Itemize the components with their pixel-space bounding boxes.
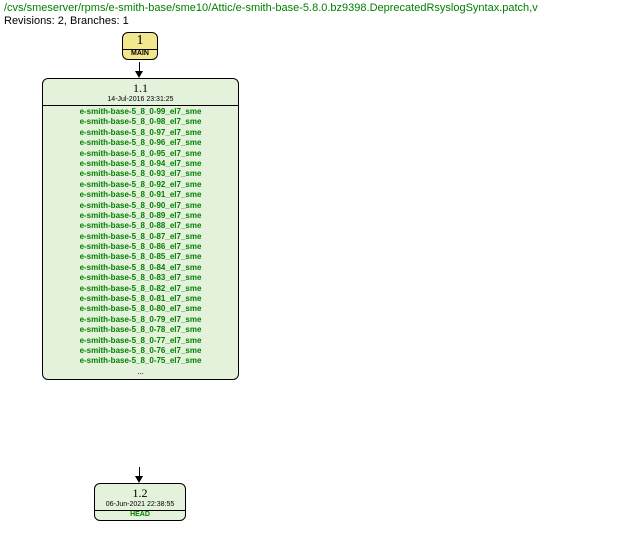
arrowhead-icon [135, 476, 143, 483]
tag-item: e-smith-base-5_8_0-78_el7_sme [47, 325, 234, 335]
branch-node-main[interactable]: 1 MAIN [122, 32, 158, 60]
revision-number: 1.1 [43, 79, 238, 96]
file-path: /cvs/smeserver/rpms/e-smith-base/sme10/A… [4, 2, 628, 14]
header: /cvs/smeserver/rpms/e-smith-base/sme10/A… [0, 0, 632, 29]
tag-item: e-smith-base-5_8_0-91_el7_sme [47, 190, 234, 200]
tag-item: e-smith-base-5_8_0-80_el7_sme [47, 304, 234, 314]
head-label: HEAD [95, 511, 185, 520]
tag-item: e-smith-base-5_8_0-75_el7_sme [47, 356, 234, 366]
tag-item: e-smith-base-5_8_0-85_el7_sme [47, 252, 234, 262]
tag-item: e-smith-base-5_8_0-95_el7_sme [47, 149, 234, 159]
tag-item: e-smith-base-5_8_0-97_el7_sme [47, 128, 234, 138]
revision-stats: Revisions: 2, Branches: 1 [4, 15, 628, 27]
tag-item: e-smith-base-5_8_0-87_el7_sme [47, 232, 234, 242]
tag-item: e-smith-base-5_8_0-99_el7_sme [47, 107, 234, 117]
tag-list: e-smith-base-5_8_0-99_el7_smee-smith-bas… [43, 106, 238, 379]
graph-area: 1 MAIN 1.1 14-Jul-2016 23:31:25 e-smith-… [0, 29, 632, 539]
branch-label: MAIN [123, 50, 157, 59]
revision-date: 14-Jul-2016 23:31:25 [43, 96, 238, 105]
tag-item: e-smith-base-5_8_0-84_el7_sme [47, 263, 234, 273]
tag-item: e-smith-base-5_8_0-81_el7_sme [47, 294, 234, 304]
revision-number: 1.2 [95, 484, 185, 501]
tag-item: e-smith-base-5_8_0-86_el7_sme [47, 242, 234, 252]
revision-node-1-2[interactable]: 1.2 06-Jun-2021 22:38:55 HEAD [94, 483, 186, 521]
tag-item: e-smith-base-5_8_0-92_el7_sme [47, 180, 234, 190]
branch-number: 1 [123, 33, 157, 49]
tag-ellipsis: ... [47, 367, 234, 377]
tag-item: e-smith-base-5_8_0-96_el7_sme [47, 138, 234, 148]
tag-item: e-smith-base-5_8_0-90_el7_sme [47, 201, 234, 211]
tag-item: e-smith-base-5_8_0-76_el7_sme [47, 346, 234, 356]
tag-item: e-smith-base-5_8_0-93_el7_sme [47, 169, 234, 179]
revision-date: 06-Jun-2021 22:38:55 [95, 501, 185, 510]
tag-item: e-smith-base-5_8_0-77_el7_sme [47, 336, 234, 346]
tag-item: e-smith-base-5_8_0-89_el7_sme [47, 211, 234, 221]
tag-item: e-smith-base-5_8_0-79_el7_sme [47, 315, 234, 325]
tag-item: e-smith-base-5_8_0-83_el7_sme [47, 273, 234, 283]
arrowhead-icon [135, 71, 143, 78]
tag-item: e-smith-base-5_8_0-94_el7_sme [47, 159, 234, 169]
tag-item: e-smith-base-5_8_0-88_el7_sme [47, 221, 234, 231]
tag-item: e-smith-base-5_8_0-82_el7_sme [47, 284, 234, 294]
tag-item: e-smith-base-5_8_0-98_el7_sme [47, 117, 234, 127]
revision-node-1-1[interactable]: 1.1 14-Jul-2016 23:31:25 e-smith-base-5_… [42, 78, 239, 380]
